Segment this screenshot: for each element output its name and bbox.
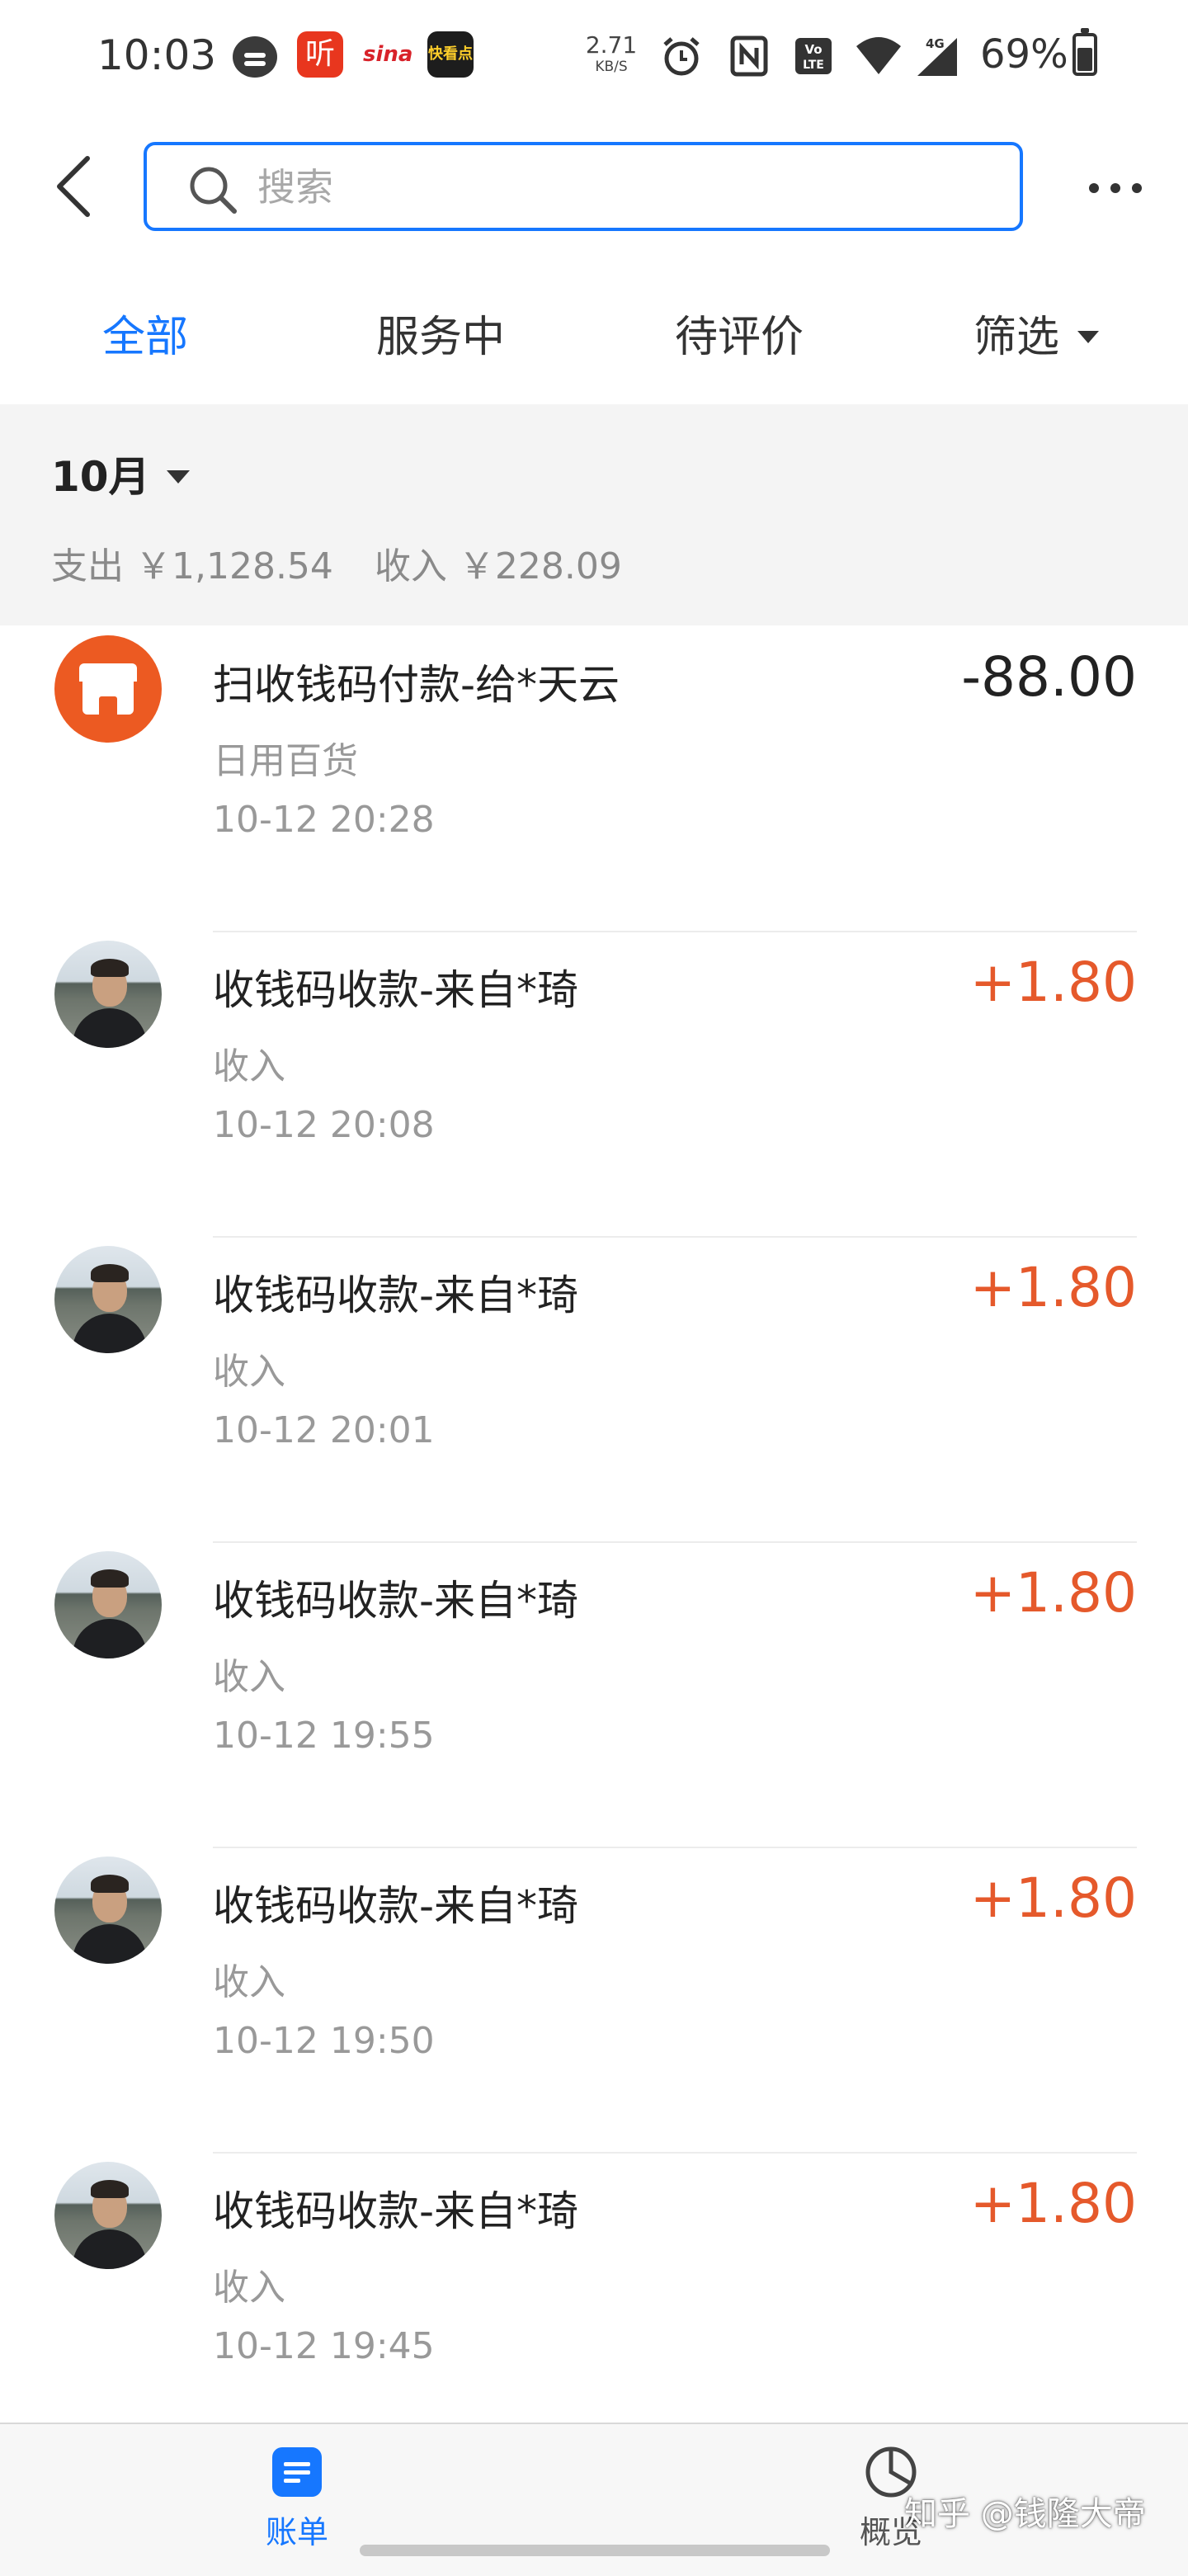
- bill-item[interactable]: 收钱码收款-来自*琦 收入 10-12 19:50 +1.80: [0, 1848, 1188, 2154]
- bill-category: 日用百货: [213, 740, 358, 782]
- tab-filter[interactable]: 筛选: [974, 302, 1100, 364]
- bill-datetime: 10-12 19:50: [213, 2020, 435, 2062]
- wifi-icon: [856, 37, 901, 74]
- nav-bills-label: 账单: [265, 2514, 328, 2550]
- watermark: 知乎 @钱隆大帝: [904, 2495, 1146, 2533]
- bill-category: 收入: [213, 1961, 285, 2003]
- battery-percent: 69%: [980, 31, 1068, 78]
- ting-app-icon: 听: [297, 31, 343, 78]
- avatar: [54, 941, 162, 1048]
- more-dot: [1132, 183, 1142, 193]
- network-speed-unit: KB/S: [595, 59, 628, 75]
- more-button[interactable]: [1082, 172, 1148, 205]
- expense-total: 支出 ￥1,128.54: [51, 545, 333, 587]
- bill-icon: [272, 2447, 322, 2497]
- sina-app-icon: sina: [363, 42, 413, 67]
- bill-item[interactable]: 收钱码收款-来自*琦 收入 10-12 20:08 +1.80: [0, 932, 1188, 1238]
- month-label: 10月: [51, 453, 150, 501]
- search-box[interactable]: [144, 142, 1023, 231]
- tab-filter-label: 筛选: [974, 313, 1060, 362]
- battery-level-fill: [1077, 48, 1092, 71]
- bill-item[interactable]: 收钱码收款-来自*琦 收入 10-12 19:55 +1.80: [0, 1543, 1188, 1848]
- svg-text:Vo: Vo: [804, 42, 822, 57]
- month-totals: 支出 ￥1,128.54 收入 ￥228.09: [51, 536, 622, 589]
- more-dots-icon: [1089, 183, 1099, 193]
- tab-in-service[interactable]: 服务中: [376, 302, 505, 364]
- caret-down-icon: [166, 469, 190, 484]
- svg-text:4G: 4G: [926, 36, 945, 51]
- status-time: 10:03: [97, 31, 217, 79]
- income-total: 收入 ￥228.09: [374, 545, 622, 587]
- more-dot: [1110, 183, 1120, 193]
- bill-item[interactable]: 收钱码收款-来自*琦 收入 10-12 20:01 +1.80: [0, 1238, 1188, 1543]
- bill-amount: +1.80: [969, 1561, 1137, 1625]
- home-indicator[interactable]: [360, 2545, 830, 2556]
- bill-datetime: 10-12 20:01: [213, 1409, 435, 1451]
- avatar: [54, 1857, 162, 1964]
- bill-item[interactable]: 收钱码收款-来自*琦 收入 10-12 19:45 +1.80: [0, 2154, 1188, 2459]
- kuaikan-app-icon: 快看点: [427, 31, 474, 78]
- bill-amount: +1.80: [969, 1866, 1137, 1930]
- tab-all[interactable]: 全部: [102, 302, 188, 364]
- tab-bar: 全部 服务中 待评价 筛选: [0, 281, 1188, 388]
- bill-title: 收钱码收款-来自*琦: [213, 1577, 579, 1625]
- chevron-left-icon: [57, 156, 90, 217]
- bill-category: 收入: [213, 1351, 285, 1393]
- nav-bills[interactable]: 账单: [231, 2444, 363, 2552]
- bill-amount: +1.80: [969, 2172, 1137, 2235]
- search-icon: [190, 167, 237, 214]
- shop-icon: [54, 635, 162, 743]
- caret-down-icon: [1077, 330, 1100, 343]
- back-button[interactable]: [50, 153, 99, 219]
- bill-category: 收入: [213, 2267, 285, 2309]
- bill-title: 扫收钱码付款-给*天云: [213, 661, 620, 709]
- bill-datetime: 10-12 20:08: [213, 1104, 435, 1146]
- volte-icon: Vo LTE: [795, 38, 832, 74]
- status-bar: 10:03 听 sina 快看点 2.71 KB/S Vo LTE 4G 69%: [0, 0, 1188, 116]
- nfc-icon: [730, 35, 768, 77]
- bill-datetime: 10-12 20:28: [213, 799, 435, 841]
- bill-category: 收入: [213, 1656, 285, 1698]
- bill-category: 收入: [213, 1045, 285, 1087]
- bill-amount: -88.00: [961, 645, 1137, 709]
- avatar: [54, 1246, 162, 1353]
- bill-datetime: 10-12 19:55: [213, 1715, 435, 1757]
- avatar: [54, 1551, 162, 1658]
- bill-title: 收钱码收款-来自*琦: [213, 966, 579, 1014]
- bill-title: 收钱码收款-来自*琦: [213, 1882, 579, 1930]
- bill-amount: +1.80: [969, 1256, 1137, 1319]
- avatar: [54, 2162, 162, 2269]
- search-input[interactable]: [256, 158, 985, 216]
- chat-icon: [233, 36, 277, 78]
- network-speed-value: 2.71: [585, 31, 638, 59]
- battery-icon: [1072, 28, 1097, 76]
- bill-title: 收钱码收款-来自*琦: [213, 2187, 579, 2235]
- bill-datetime: 10-12 19:45: [213, 2325, 435, 2367]
- bill-title: 收钱码收款-来自*琦: [213, 1271, 579, 1319]
- network-speed: 2.71 KB/S: [582, 33, 640, 76]
- bill-item[interactable]: 扫收钱码付款-给*天云 日用百货 10-12 20:28 -88.00: [0, 627, 1188, 932]
- month-summary: 10月 支出 ￥1,128.54 收入 ￥228.09: [0, 404, 1188, 625]
- month-selector[interactable]: 10月: [51, 444, 190, 503]
- svg-text:LTE: LTE: [803, 59, 824, 72]
- alarm-icon: [663, 37, 700, 76]
- bill-amount: +1.80: [969, 951, 1137, 1014]
- tab-to-review[interactable]: 待评价: [675, 302, 804, 364]
- signal-4g-icon: 4G: [917, 36, 957, 76]
